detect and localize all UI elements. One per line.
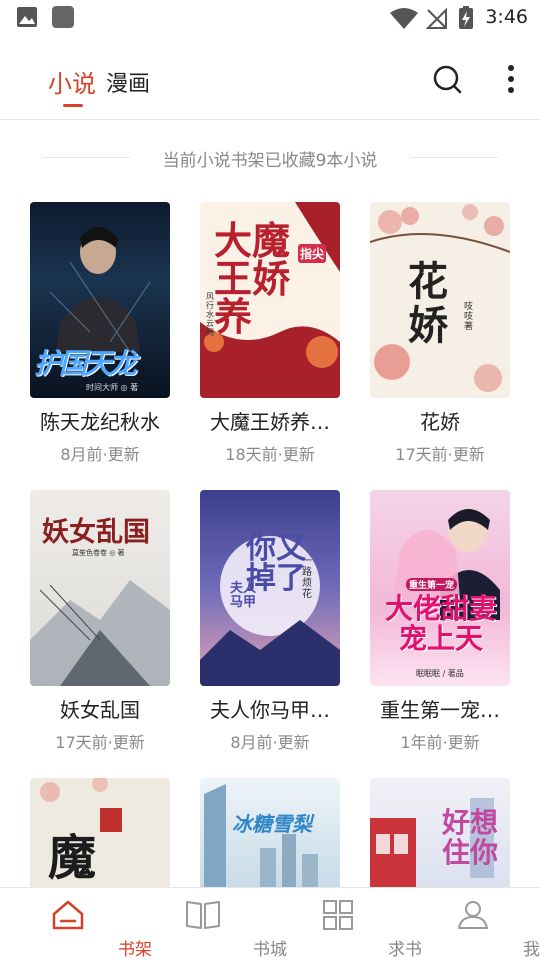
cover-badge: 指尖 <box>298 244 326 263</box>
person-icon <box>455 898 491 932</box>
cover-author: 一路烦花 <box>302 556 314 600</box>
bookshelf-grid: 护国天龙 时间大师 ◎ 著 陈天龙纪秋水 8月前·更新 大魔王娇养 指尖 风行水… <box>30 202 510 892</box>
book-title[interactable]: 夫人你马甲… <box>200 694 340 723</box>
home-icon <box>50 898 86 932</box>
book-title[interactable]: 重生第一宠… <box>370 694 510 723</box>
book-cover[interactable]: 你又掉了 夫人 马甲 一路烦花 <box>200 490 340 686</box>
book-item[interactable]: 好想住你 <box>370 778 510 892</box>
tab-novel[interactable]: 小说 <box>48 64 96 99</box>
book-item[interactable]: 大魔王娇养 指尖 风行水云间 大魔王娇养… 18天前·更新 <box>200 202 340 465</box>
book-item[interactable]: 魔 <box>30 778 170 892</box>
cover-badge: 重生第一宠 <box>406 578 457 591</box>
book-updated: 8月前·更新 <box>30 441 170 465</box>
book-cover[interactable]: 妖女乱国 莫笙色卷卷 ◎ 著 <box>30 490 170 686</box>
book-icon <box>185 898 221 932</box>
cover-title: 冰糖雪梨 <box>232 808 312 837</box>
bottom-navigation: 书架 书城 求书 我的 <box>0 887 540 960</box>
cover-title: 魔 <box>48 818 96 888</box>
grid-icon <box>320 898 356 932</box>
app-notification-icon <box>52 6 74 28</box>
nav-label: 我的 <box>473 935 540 960</box>
book-cover[interactable]: 冰糖雪梨 <box>200 778 340 892</box>
book-updated: 1年前·更新 <box>370 729 510 753</box>
battery-charging-icon <box>458 6 474 30</box>
more-options-icon[interactable] <box>494 62 528 96</box>
cover-author: 眠眠眠 / 著品 <box>416 668 464 679</box>
book-updated: 18天前·更新 <box>200 441 340 465</box>
shelf-info: 当前小说书架已收藏9本小说 <box>0 142 540 174</box>
book-title[interactable]: 大魔王娇养… <box>200 406 340 435</box>
wifi-icon <box>390 8 418 30</box>
cover-title: 好想住你 <box>442 808 502 868</box>
book-cover[interactable]: 护国天龙 时间大师 ◎ 著 <box>30 202 170 398</box>
tab-comic[interactable]: 漫画 <box>106 66 150 98</box>
search-icon[interactable] <box>430 62 464 96</box>
book-updated: 17天前·更新 <box>370 441 510 465</box>
book-item[interactable]: 你又掉了 夫人 马甲 一路烦花 夫人你马甲… 8月前·更新 <box>200 490 340 753</box>
divider-right <box>410 157 498 158</box>
book-item[interactable]: 护国天龙 时间大师 ◎ 著 陈天龙纪秋水 8月前·更新 <box>30 202 170 465</box>
cover-title: 护国天龙 <box>34 342 134 382</box>
active-tab-indicator <box>63 104 83 107</box>
app-bar: 小说 漫画 <box>0 36 540 120</box>
nav-bookstore[interactable]: 书城 <box>135 888 270 961</box>
no-signal-icon <box>426 8 448 30</box>
book-cover[interactable]: 花娇 吱吱 著 <box>370 202 510 398</box>
image-icon <box>16 6 38 28</box>
status-time: 3:46 <box>485 6 528 28</box>
nav-request-book[interactable]: 求书 <box>270 888 405 961</box>
book-updated: 8月前·更新 <box>200 729 340 753</box>
cover-subtitle: 夫人 马甲 <box>230 582 270 610</box>
cover-author: 时间大师 ◎ 著 <box>86 382 138 393</box>
cover-title: 大佬甜妻宠上天 <box>376 594 506 654</box>
book-item[interactable]: 冰糖雪梨 <box>200 778 340 892</box>
book-cover[interactable]: 好想住你 <box>370 778 510 892</box>
book-cover[interactable]: 大佬甜妻宠上天 重生第一宠 眠眠眠 / 著品 <box>370 490 510 686</box>
cover-author: 吱吱 著 <box>464 302 474 332</box>
book-item[interactable]: 妖女乱国 莫笙色卷卷 ◎ 著 妖女乱国 17天前·更新 <box>30 490 170 753</box>
cover-title: 大魔王娇养 <box>214 222 294 336</box>
book-item[interactable]: 花娇 吱吱 著 花娇 17天前·更新 <box>370 202 510 465</box>
cover-title: 妖女乱国 <box>42 510 150 549</box>
status-bar: 3:46 <box>0 0 540 36</box>
book-updated: 17天前·更新 <box>30 729 170 753</box>
nav-profile[interactable]: 我的 <box>405 888 540 961</box>
book-title[interactable]: 花娇 <box>370 406 510 435</box>
cover-author: 莫笙色卷卷 ◎ 著 <box>72 548 125 558</box>
book-title[interactable]: 陈天龙纪秋水 <box>30 406 170 435</box>
book-title[interactable]: 妖女乱国 <box>30 694 170 723</box>
cover-title: 花娇 <box>408 260 448 348</box>
book-cover[interactable]: 魔 <box>30 778 170 892</box>
nav-bookshelf[interactable]: 书架 <box>0 888 135 961</box>
shelf-count-text: 当前小说书架已收藏9本小说 <box>0 146 540 171</box>
book-item[interactable]: 大佬甜妻宠上天 重生第一宠 眠眠眠 / 著品 重生第一宠… 1年前·更新 <box>370 490 510 753</box>
book-cover[interactable]: 大魔王娇养 指尖 风行水云间 <box>200 202 340 398</box>
cover-author: 风行水云间 <box>206 292 216 337</box>
